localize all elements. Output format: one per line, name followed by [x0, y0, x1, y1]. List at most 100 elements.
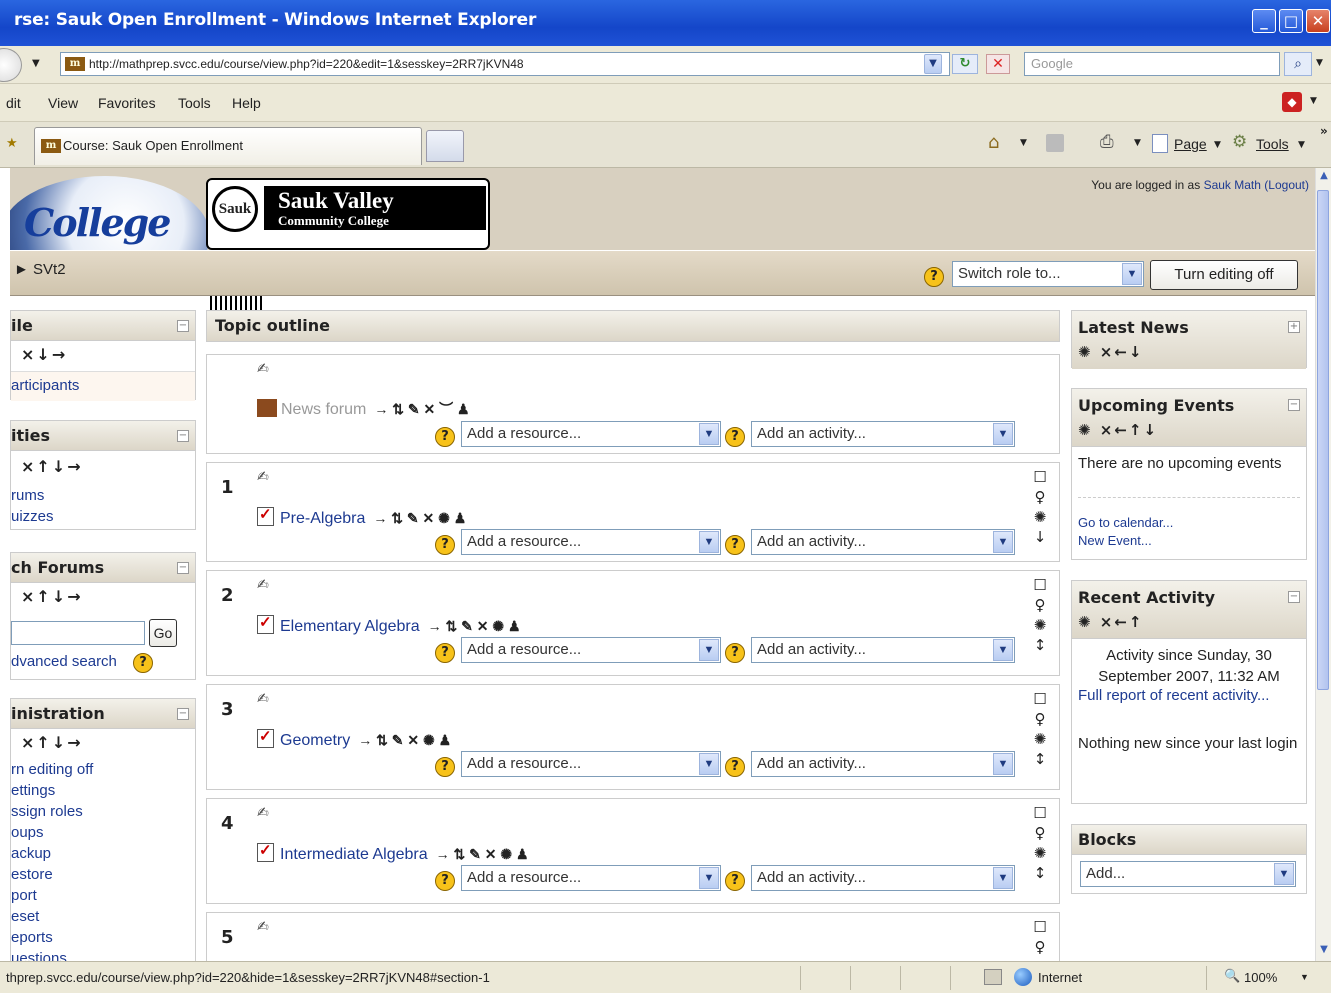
print-icon[interactable]: ⎙: [1100, 132, 1114, 152]
stop-icon[interactable]: ✕: [986, 54, 1010, 74]
admin-link[interactable]: ackup: [11, 845, 51, 862]
logout-link[interactable]: (Logout): [1264, 178, 1309, 192]
admin-link[interactable]: estore: [11, 866, 53, 883]
scroll-down-icon[interactable]: ▼: [1318, 944, 1330, 958]
help-icon[interactable]: ?: [133, 653, 153, 673]
admin-link[interactable]: oups: [11, 824, 44, 841]
search-icon[interactable]: ⌕: [1284, 52, 1312, 76]
collapse-icon[interactable]: −: [1288, 591, 1300, 603]
activity-link[interactable]: Pre-Algebra→ ⇅ ✎ ✕ ✺ ♟: [257, 505, 466, 528]
news-forum-link[interactable]: News forum → ⇅ ✎ ✕ ︶ ♟: [257, 399, 470, 419]
menu-favorites[interactable]: Favorites: [98, 95, 156, 111]
search-input[interactable]: Google: [1024, 52, 1280, 76]
add-activity-select[interactable]: Add an activity... ▼: [751, 751, 1015, 777]
activity-link[interactable]: Geometry→ ⇅ ✎ ✕ ✺ ♟: [257, 727, 451, 750]
zoom-level[interactable]: 100%: [1244, 970, 1277, 985]
help-icon[interactable]: ?: [725, 757, 745, 777]
tools-dropdown-icon[interactable]: ▼: [1298, 140, 1305, 150]
address-dropdown-icon[interactable]: ▼: [924, 54, 942, 74]
block-controls[interactable]: ✺ ×←↓: [1078, 343, 1144, 361]
activity-link[interactable]: Elementary Algebra→ ⇅ ✎ ✕ ✺ ♟: [257, 613, 521, 636]
minimize-button[interactable]: _: [1252, 9, 1276, 33]
menu-view[interactable]: View: [48, 95, 78, 111]
help-icon[interactable]: ?: [725, 643, 745, 663]
admin-link[interactable]: eports: [11, 929, 53, 946]
history-dropdown-icon[interactable]: ▼: [32, 58, 40, 69]
section-controls[interactable]: ☐ ♀: [1029, 917, 1051, 957]
help-icon[interactable]: ?: [435, 535, 455, 555]
addon-dropdown-icon[interactable]: ▼: [1310, 96, 1317, 106]
help-icon[interactable]: ?: [725, 427, 745, 447]
edit-summary-icon[interactable]: ✍: [257, 691, 269, 707]
help-icon[interactable]: ?: [435, 643, 455, 663]
address-input[interactable]: m http://mathprep.svcc.edu/course/view.p…: [60, 52, 950, 76]
add-resource-select[interactable]: Add a resource... ▼: [461, 529, 721, 555]
help-icon[interactable]: ?: [435, 757, 455, 777]
add-block-select[interactable]: Add... ▼: [1080, 861, 1296, 887]
help-icon[interactable]: ?: [435, 427, 455, 447]
add-resource-select[interactable]: Add a resource... ▼: [461, 751, 721, 777]
toolbar-overflow-icon[interactable]: »: [1320, 124, 1328, 138]
admin-link[interactable]: uestions: [11, 950, 67, 961]
edit-summary-icon[interactable]: ✍: [257, 919, 269, 935]
go-button[interactable]: Go: [149, 619, 177, 647]
breadcrumb[interactable]: ► SVt2: [14, 261, 66, 278]
scrollbar-thumb[interactable]: [1317, 190, 1329, 690]
protected-mode-icon[interactable]: [984, 969, 1002, 985]
maximize-button[interactable]: □: [1279, 9, 1303, 33]
admin-link[interactable]: port: [11, 887, 37, 904]
admin-link[interactable]: ettings: [11, 782, 55, 799]
menu-help[interactable]: Help: [232, 95, 261, 111]
edit-summary-icon[interactable]: ✍: [257, 361, 269, 377]
search-options-icon[interactable]: ▼: [1316, 58, 1323, 68]
activity-tools[interactable]: → ⇅ ✎ ✕ ✺ ♟: [373, 510, 466, 526]
help-icon[interactable]: ?: [725, 535, 745, 555]
user-link[interactable]: Sauk Math: [1204, 178, 1261, 192]
section-controls[interactable]: ☐ ♀ ✺ ↓: [1029, 467, 1051, 547]
favorites-star-icon[interactable]: ★: [6, 136, 18, 151]
block-controls[interactable]: ×↑↓→: [21, 733, 83, 752]
section-controls[interactable]: ☐ ♀ ✺ ↕: [1029, 803, 1051, 883]
admin-link[interactable]: eset: [11, 908, 39, 925]
expand-icon[interactable]: +: [1288, 321, 1300, 333]
add-activity-select[interactable]: Add an activity... ▼: [751, 529, 1015, 555]
calendar-link[interactable]: Go to calendar...: [1078, 515, 1173, 530]
block-controls[interactable]: ×↑↓→: [21, 457, 83, 476]
add-activity-select[interactable]: Add an activity... ▼: [751, 421, 1015, 447]
add-activity-select[interactable]: Add an activity... ▼: [751, 865, 1015, 891]
home-icon[interactable]: ⌂: [988, 132, 999, 153]
menu-edit[interactable]: dit: [6, 95, 21, 111]
add-resource-select[interactable]: Add a resource... ▼: [461, 865, 721, 891]
activity-tools[interactable]: → ⇅ ✎ ✕ ✺ ♟: [428, 618, 521, 634]
collapse-icon[interactable]: −: [1288, 399, 1300, 411]
section-controls[interactable]: ☐ ♀ ✺ ↕: [1029, 575, 1051, 655]
feeds-icon[interactable]: [1046, 134, 1064, 152]
add-resource-select[interactable]: Add a resource... ▼: [461, 421, 721, 447]
collapse-icon[interactable]: −: [177, 430, 189, 442]
activity-tools[interactable]: → ⇅ ✎ ✕ ✺ ♟: [358, 732, 451, 748]
full-report-link[interactable]: Full report of recent activity...: [1078, 687, 1304, 704]
home-dropdown-icon[interactable]: ▼: [1020, 138, 1027, 148]
activity-tools[interactable]: → ⇅ ✎ ✕ ︶ ♟: [374, 401, 469, 417]
edit-summary-icon[interactable]: ✍: [257, 469, 269, 485]
page-menu[interactable]: Page: [1174, 136, 1207, 152]
participants-link[interactable]: articipants: [11, 377, 79, 394]
turn-editing-off-button[interactable]: Turn editing off: [1150, 260, 1298, 290]
help-icon[interactable]: ?: [924, 267, 944, 287]
block-controls[interactable]: ×↑↓→: [21, 587, 83, 606]
help-icon[interactable]: ?: [435, 871, 455, 891]
new-event-link[interactable]: New Event...: [1078, 533, 1152, 548]
back-button[interactable]: [0, 48, 22, 82]
forum-search-input[interactable]: [11, 621, 145, 645]
collapse-icon[interactable]: −: [177, 320, 189, 332]
block-controls[interactable]: ×↓→: [21, 345, 67, 364]
switch-role-select[interactable]: Switch role to... ▼: [952, 261, 1144, 287]
refresh-icon[interactable]: ↻: [952, 54, 978, 74]
print-dropdown-icon[interactable]: ▼: [1134, 138, 1141, 148]
activity-link[interactable]: Intermediate Algebra→ ⇅ ✎ ✕ ✺ ♟: [257, 841, 529, 864]
section-controls[interactable]: ☐ ♀ ✺ ↕: [1029, 689, 1051, 769]
add-resource-select[interactable]: Add a resource... ▼: [461, 637, 721, 663]
help-icon[interactable]: ?: [725, 871, 745, 891]
menu-tools[interactable]: Tools: [178, 95, 211, 111]
advanced-search-link[interactable]: dvanced search: [11, 653, 117, 670]
